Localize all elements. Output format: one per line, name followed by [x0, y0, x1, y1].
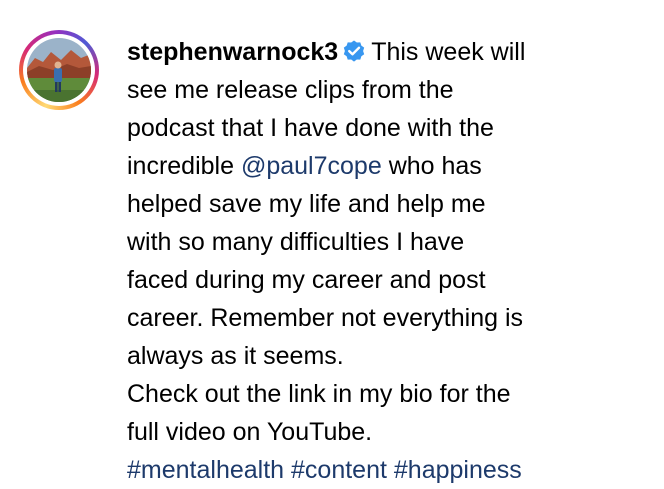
caption-line: podcast that I have done with the — [127, 114, 494, 142]
avatar[interactable] — [19, 30, 99, 110]
hashtag-line: #mentalhealth #content #happiness — [127, 451, 657, 489]
avatar-ring-gap — [23, 34, 95, 106]
caption-line: see me release clips from the — [127, 76, 454, 104]
caption-text: who has — [388, 152, 482, 180]
caption-line: always as it seems. — [127, 342, 344, 370]
profile-photo-image — [27, 38, 91, 102]
hashtag-link[interactable]: #content — [291, 456, 387, 484]
post-caption: stephenwarnock3 This week will see me rel… — [127, 33, 657, 489]
caption-text: This week will — [371, 38, 526, 66]
hashtag-link[interactable]: #mentalhealth — [127, 456, 284, 484]
caption-line: full video on YouTube. — [127, 418, 373, 446]
caption-line: incredible @paul7cope who has — [127, 147, 657, 185]
profile-photo — [27, 38, 91, 102]
hashtag-link[interactable]: #happiness — [394, 456, 522, 484]
mention-link[interactable]: @paul7cope — [241, 152, 382, 180]
caption-line: faced during my career and post — [127, 266, 486, 294]
caption-text: incredible — [127, 152, 235, 180]
caption-line: Check out the link in my bio for the — [127, 380, 511, 408]
caption-line: stephenwarnock3 This week will — [127, 33, 657, 71]
caption-line: career. Remember not everything is — [127, 304, 524, 332]
caption-line: with so many difficulties I have — [127, 228, 465, 256]
instagram-post-caption: stephenwarnock3 This week will see me rel… — [0, 0, 664, 484]
verified-badge-icon — [344, 40, 365, 62]
username-link[interactable]: stephenwarnock3 — [127, 38, 338, 66]
caption-line: helped save my life and help me — [127, 190, 486, 218]
